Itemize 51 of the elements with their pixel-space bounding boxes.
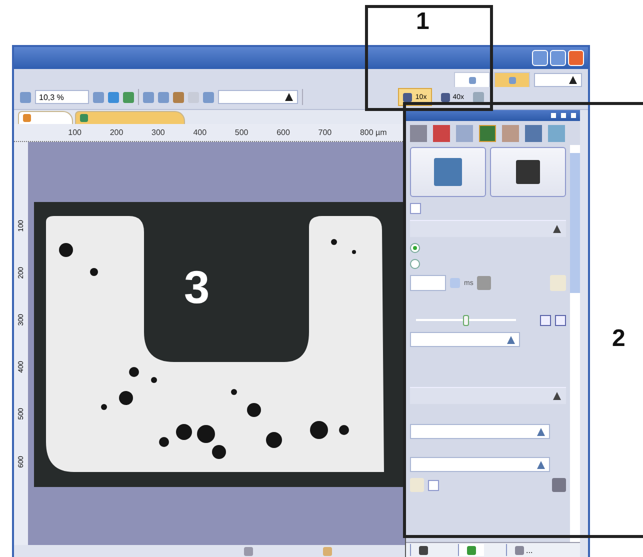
tool-icon[interactable]: [173, 92, 184, 102]
scrollbar[interactable]: [570, 145, 580, 542]
dropdown[interactable]: [534, 73, 582, 87]
ruler-label: 500: [234, 128, 248, 137]
caret-icon: [284, 92, 294, 102]
ruler-label: 700: [318, 128, 332, 137]
panel-tab[interactable]: [458, 544, 484, 556]
checkbox[interactable]: [428, 480, 439, 490]
caret-icon: [506, 334, 516, 344]
maximize-button[interactable]: [550, 50, 566, 66]
collapse-icon: [552, 224, 562, 234]
caret-icon: [536, 426, 546, 436]
slider-thumb[interactable]: [463, 315, 469, 326]
caret-icon: [568, 75, 578, 85]
tool-icon[interactable]: [143, 92, 154, 102]
ruler-label: 300: [152, 128, 165, 137]
ruler-label: 600: [276, 128, 290, 137]
minus-button[interactable]: [540, 315, 551, 326]
snapshot-button[interactable]: [490, 147, 566, 197]
document-tab[interactable]: [75, 111, 185, 124]
callout-number: 2: [612, 325, 626, 353]
radio-button[interactable]: [410, 243, 420, 253]
ruler-label: 200: [110, 128, 124, 137]
zoom-field[interactable]: 10,3 %: [35, 90, 89, 104]
callout-number: 1: [416, 8, 430, 36]
ruler-label: 800 µm: [360, 128, 387, 137]
tool-icon[interactable]: [548, 124, 565, 142]
dropdown[interactable]: [218, 90, 298, 104]
ribbon-tab[interactable]: [494, 72, 530, 87]
exposure-field[interactable]: [410, 275, 446, 291]
close-button[interactable]: [568, 50, 584, 66]
document-tab[interactable]: [18, 111, 73, 124]
ruler-label: 400: [193, 128, 207, 137]
tool-icon[interactable]: [502, 124, 519, 142]
tool-icon[interactable]: [410, 124, 427, 142]
tool-icon[interactable]: [525, 124, 542, 142]
tool-icon[interactable]: [479, 124, 496, 142]
ruler-label: 100: [68, 128, 82, 137]
callout-number: 3: [184, 260, 210, 314]
minimize-button[interactable]: [532, 50, 548, 66]
plus-button[interactable]: [555, 315, 566, 326]
tool-icon[interactable]: [456, 124, 473, 142]
checkbox[interactable]: [410, 203, 421, 214]
live-button[interactable]: [410, 147, 486, 197]
panel-tab[interactable]: ...: [506, 544, 541, 556]
tool-icon[interactable]: [203, 92, 214, 102]
tool-icon[interactable]: [433, 124, 450, 142]
collapse-icon: [552, 391, 562, 401]
radio-button[interactable]: [410, 259, 420, 269]
ribbon-tab[interactable]: [454, 72, 490, 87]
caret-icon: [536, 460, 546, 470]
